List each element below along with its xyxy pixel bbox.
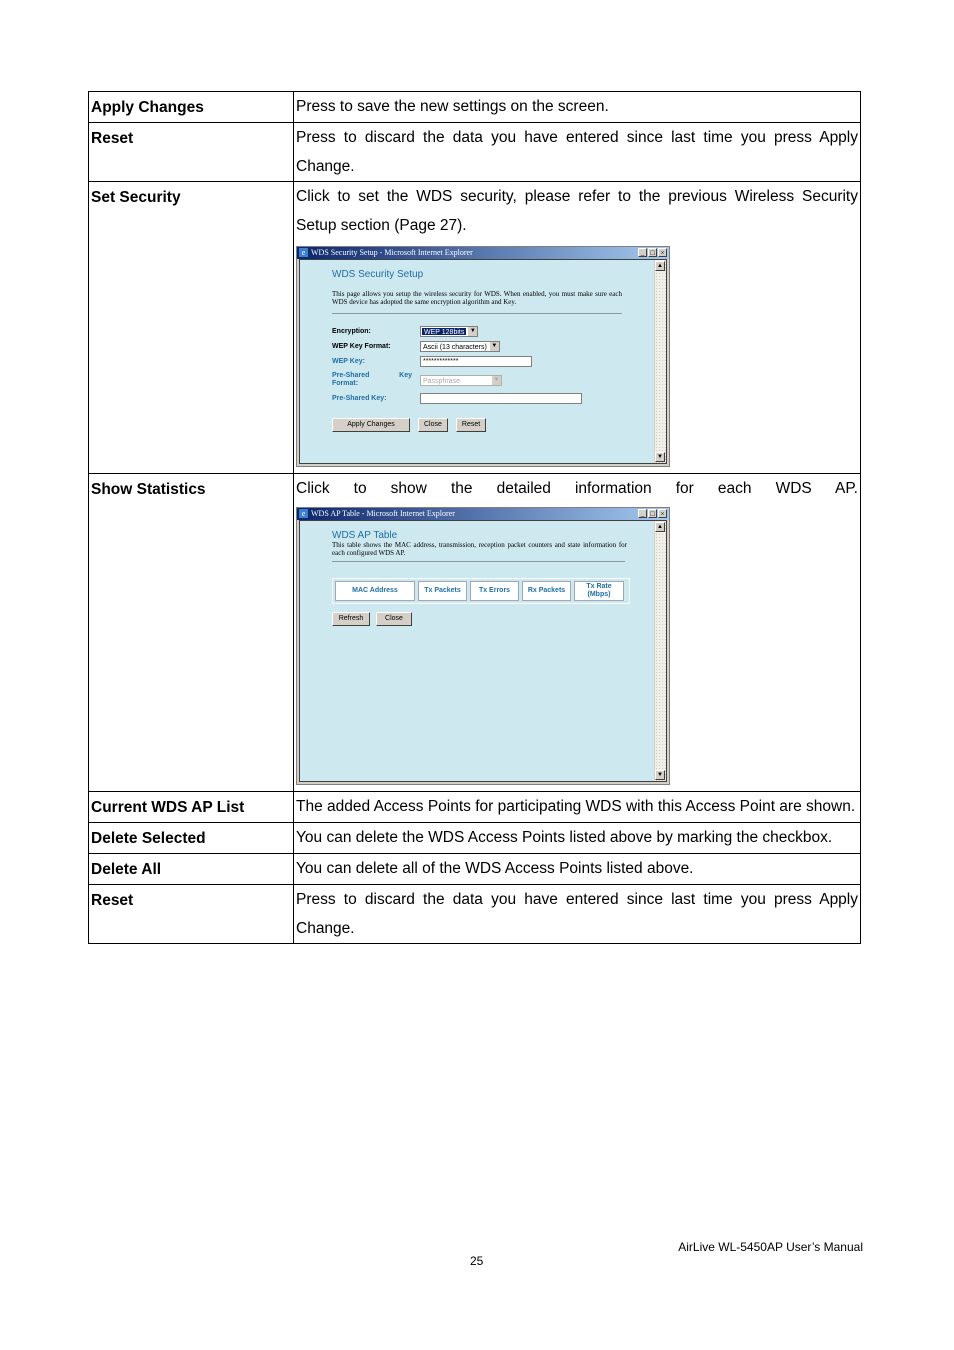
desc-cell: Press to discard the data you have enter… [293, 884, 861, 944]
table-row: Set Security Click to set the WDS securi… [88, 181, 861, 474]
desc-text: Click to set the WDS security, please re… [296, 188, 858, 234]
wds-ap-table-screenshot: e WDS AP Table - Microsoft Internet Expl… [296, 507, 670, 785]
wep-key-format-label: WEP Key Format: [332, 342, 391, 350]
footer-manual-title: AirLive WL-5450AP User’s Manual [678, 1240, 863, 1254]
minimize-icon[interactable]: _ [638, 509, 647, 518]
psk-label: Pre-Shared Key: [332, 394, 387, 402]
table-row: Show Statistics Click to show the detail… [88, 473, 861, 792]
window-content: WDS AP Table This table shows the MAC ad… [299, 520, 667, 782]
term-cell: Delete All [88, 853, 294, 885]
term-cell: Current WDS AP List [88, 791, 294, 823]
chevron-down-icon[interactable]: ▼ [467, 327, 478, 336]
term-cell: Reset [88, 884, 294, 944]
page-description: This page allows you setup the wireless … [332, 290, 622, 306]
close-button[interactable]: Close [418, 418, 448, 432]
page-heading: WDS Security Setup [332, 269, 424, 280]
scroll-up-icon[interactable]: ▲ [655, 261, 665, 271]
encryption-select[interactable]: WEP 128bits ▼ [420, 326, 479, 337]
minimize-icon[interactable]: _ [638, 248, 647, 257]
desc-text: Click to show the detailed information f… [296, 480, 858, 497]
close-icon[interactable]: × [658, 509, 667, 518]
term-cell: Set Security [88, 181, 294, 474]
reset-button[interactable]: Reset [455, 418, 487, 432]
scroll-down-icon[interactable]: ▼ [655, 770, 665, 780]
close-button[interactable]: Close [376, 612, 412, 626]
column-header: Tx Errors [470, 581, 519, 601]
psk-format-select[interactable]: Passphrase ▼ [420, 374, 502, 386]
desc-cell: Click to show the detailed information f… [293, 473, 861, 792]
vertical-scrollbar[interactable]: ▲ ▼ [654, 521, 666, 781]
ie-logo-icon: e [299, 248, 308, 257]
column-header: Tx Rate (Mbps) [574, 581, 624, 601]
psk-format-value: Passphrase [423, 377, 460, 385]
wds-security-screenshot: e WDS Security Setup - Microsoft Interne… [296, 246, 670, 467]
column-header: Rx Packets [522, 581, 571, 601]
chevron-down-icon[interactable]: ▼ [491, 375, 501, 385]
page-number: 25 [470, 1254, 484, 1268]
window-content: WDS Security Setup This page allows you … [299, 259, 667, 464]
window-title: WDS Security Setup - Microsoft Internet … [311, 248, 473, 257]
divider [332, 561, 625, 562]
table-row: Current WDS AP List The added Access Poi… [88, 791, 861, 823]
encryption-value: WEP 128bits [422, 328, 467, 336]
wep-key-label: WEP Key: [332, 357, 365, 365]
column-header: MAC Address [335, 581, 415, 601]
refresh-button[interactable]: Refresh [332, 612, 370, 626]
table-row: Reset Press to discard the data you have… [88, 884, 861, 944]
scroll-down-icon[interactable]: ▼ [655, 452, 665, 462]
table-row: Delete All You can delete all of the WDS… [88, 853, 861, 885]
page-heading: WDS AP Table [332, 530, 398, 541]
desc-cell: The added Access Points for participatin… [293, 791, 861, 823]
desc-cell: Click to set the WDS security, please re… [293, 181, 861, 474]
psk-format-label: Pre-Shared Key Format: [332, 372, 412, 387]
vertical-scrollbar[interactable]: ▲ ▼ [654, 260, 666, 463]
term-cell: Delete Selected [88, 822, 294, 854]
divider [332, 313, 622, 314]
table-row: Apply Changes Press to save the new sett… [88, 91, 861, 123]
window-controls: _ □ × [638, 248, 667, 257]
window-title: WDS AP Table - Microsoft Internet Explor… [311, 509, 455, 518]
wds-ap-table: MAC Address Tx Packets Tx Errors Rx Pack… [332, 578, 630, 604]
maximize-icon[interactable]: □ [648, 509, 657, 518]
desc-cell: You can delete all of the WDS Access Poi… [293, 853, 861, 885]
wep-key-input[interactable]: ************* [420, 356, 532, 367]
wep-key-format-select[interactable]: Ascii (13 characters) ▼ [420, 341, 500, 352]
window-titlebar: e WDS Security Setup - Microsoft Interne… [297, 247, 669, 259]
chevron-down-icon[interactable]: ▼ [488, 342, 499, 351]
table-row: Delete Selected You can delete the WDS A… [88, 822, 861, 854]
term-cell: Show Statistics [88, 473, 294, 792]
window-titlebar: e WDS AP Table - Microsoft Internet Expl… [297, 508, 669, 520]
psk-input[interactable] [420, 393, 582, 404]
close-icon[interactable]: × [658, 248, 667, 257]
settings-description-table: Apply Changes Press to save the new sett… [88, 91, 861, 944]
column-header: Tx Packets [418, 581, 467, 601]
maximize-icon[interactable]: □ [648, 248, 657, 257]
wep-key-format-value: Ascii (13 characters) [423, 344, 487, 351]
desc-cell: You can delete the WDS Access Points lis… [293, 822, 861, 854]
term-cell: Reset [88, 122, 294, 182]
window-controls: _ □ × [638, 509, 667, 518]
ie-logo-icon: e [299, 509, 308, 518]
scroll-up-icon[interactable]: ▲ [655, 522, 665, 532]
desc-cell: Press to discard the data you have enter… [293, 122, 861, 182]
desc-cell: Press to save the new settings on the sc… [293, 91, 861, 123]
page-description: This table shows the MAC address, transm… [332, 541, 627, 557]
apply-changes-button[interactable]: Apply Changes [332, 418, 410, 432]
table-row: Reset Press to discard the data you have… [88, 122, 861, 182]
encryption-label: Encryption: [332, 327, 371, 335]
term-cell: Apply Changes [88, 91, 294, 123]
